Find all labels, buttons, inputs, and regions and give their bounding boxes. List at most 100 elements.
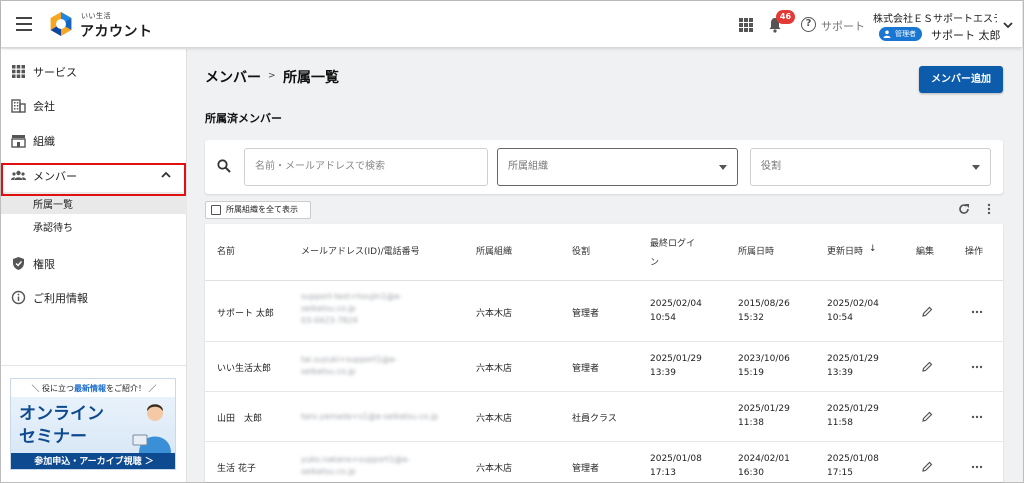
- dropdown-arrow-icon: [719, 165, 727, 170]
- row-divider: [205, 391, 1003, 392]
- members-table: 名前 メールアドレス(ID)/電話番号 所属組織 役割 最終ログイ ン 所属日時…: [205, 224, 1003, 482]
- banner-title-line2: セミナー: [19, 427, 87, 447]
- logo-title: アカウント: [80, 24, 153, 40]
- sidebar-item-usage-info[interactable]: ご利用情報: [1, 284, 187, 310]
- column-header-label: メールアドレス(ID)/電話番号: [301, 247, 420, 257]
- cell-name: いい生活太郎: [217, 364, 272, 374]
- cell-email-line2: seikatsu.co.jp: [301, 467, 356, 476]
- breadcrumb-parent[interactable]: メンバー: [205, 67, 261, 87]
- cell-email-line1: taro.yamada+s1@e-seikatsu.co.jp: [301, 412, 439, 421]
- chevron-down-icon[interactable]: [1003, 21, 1013, 29]
- search-input[interactable]: 名前・メールアドレスで検索: [244, 148, 488, 186]
- add-member-button[interactable]: メンバー追加: [919, 66, 1003, 93]
- edit-pencil-icon[interactable]: [922, 411, 933, 422]
- cell-email-line2: seikatsu.co.jp: [301, 304, 356, 313]
- support-link[interactable]: サポート: [821, 18, 865, 34]
- banner-title-line1: オンライン: [19, 404, 104, 424]
- sort-arrow-icon[interactable]: ↓: [869, 244, 877, 254]
- show-all-orgs-label: 所属組織を全て表示: [226, 205, 298, 214]
- sidebar-item-services[interactable]: サービス: [1, 58, 187, 84]
- refresh-icon[interactable]: [958, 203, 970, 215]
- cell-joined-date: 2025/01/29: [738, 404, 790, 414]
- organization-select-placeholder: 所属組織: [508, 161, 548, 172]
- sidebar-item-permissions[interactable]: 権限: [1, 250, 187, 276]
- cell-last-login-time: 13:39: [650, 368, 676, 378]
- cell-email-line2: seikatsu.co.jp: [301, 367, 356, 376]
- app-switcher-icon[interactable]: [739, 18, 753, 32]
- column-header-label: 最終ログイ: [650, 239, 696, 249]
- column-header-label: 操作: [965, 247, 984, 257]
- cell-name: 生活 花子: [217, 464, 256, 474]
- cell-email-line1: support-test+houjin1@e-: [301, 292, 403, 301]
- highlight-annotation: [1, 163, 186, 196]
- organization-select[interactable]: 所属組織: [497, 148, 738, 186]
- sidebar-subitem-pending-approval[interactable]: 承認待ち: [1, 215, 187, 237]
- app-header: いい生活 アカウント 46 ? サポート 株式会社ＥＳサポートエステート 管理者…: [1, 1, 1022, 48]
- role-badge: 管理者: [879, 27, 922, 41]
- cell-role: 管理者: [572, 364, 600, 374]
- sidebar-item-organization[interactable]: 組織: [1, 127, 187, 153]
- sidebar-item-label: 権限: [33, 258, 55, 271]
- user-name[interactable]: サポート 太郎: [931, 27, 1001, 43]
- more-horizontal-icon[interactable]: [971, 415, 983, 419]
- column-header-label: 編集: [916, 247, 935, 257]
- notification-badge: 46: [776, 10, 795, 24]
- filter-card: 名前・メールアドレスで検索 所属組織 役割: [205, 140, 1003, 194]
- cell-name: サポート 太郎: [217, 309, 274, 319]
- shield-icon: [13, 257, 24, 270]
- banner-cta[interactable]: 参加申込・アーカイブ視聴 ＞: [11, 453, 175, 469]
- cell-updated-date: 2025/01/29: [827, 354, 879, 364]
- more-vertical-icon[interactable]: [987, 203, 991, 215]
- more-horizontal-icon[interactable]: [971, 365, 983, 369]
- cell-last-login-date: 2025/02/04: [650, 299, 702, 309]
- cell-joined-date: 2023/10/06: [738, 354, 790, 364]
- cell-joined-time: 11:38: [738, 418, 764, 428]
- role-select[interactable]: 役割: [750, 148, 991, 186]
- cell-updated-time: 10:54: [827, 313, 853, 323]
- cell-joined-time: 16:30: [738, 468, 764, 478]
- cell-updated-time: 17:15: [827, 468, 853, 478]
- cell-updated-date: 2025/02/04: [827, 299, 879, 309]
- seminar-banner[interactable]: ＼ 役に立つ最新情報をご紹介！ ／ オンライン セミナー 参加申込・アーカイブ視…: [10, 378, 176, 470]
- edit-pencil-icon[interactable]: [922, 361, 933, 372]
- edit-pencil-icon[interactable]: [922, 306, 933, 317]
- column-header-label: 更新日時: [827, 247, 864, 257]
- cell-email-line1: tai.suzuki+support1@e-: [301, 355, 398, 364]
- cell-org: 六本木店: [476, 414, 513, 424]
- column-header-label: 名前: [217, 247, 236, 257]
- sidebar-item-company[interactable]: 会社: [1, 92, 187, 118]
- cell-role: 管理者: [572, 464, 600, 474]
- cell-joined-time: 15:32: [738, 313, 764, 323]
- cell-updated-date: 2025/01/08: [827, 454, 879, 464]
- logo-subtitle: いい生活: [81, 12, 111, 20]
- section-title: 所属済メンバー: [205, 112, 282, 125]
- help-icon[interactable]: ?: [801, 17, 816, 32]
- breadcrumb-separator: >: [268, 71, 276, 81]
- sidebar-divider: [1, 365, 187, 366]
- menu-icon[interactable]: [16, 17, 32, 31]
- sidebar-item-label: ご利用情報: [33, 292, 88, 305]
- cell-org: 六本木店: [476, 464, 513, 474]
- cell-phone: 03-0423-7824: [301, 316, 358, 325]
- main-content: メンバー > 所属一覧 メンバー追加 所属済メンバー 名前・メールアドレスで検索…: [188, 49, 1022, 482]
- company-name: 株式会社ＥＳサポートエステート: [873, 14, 997, 25]
- banner-tagline-pre: ＼ 役に立つ: [31, 384, 74, 393]
- building-icon: [11, 99, 26, 113]
- cell-updated-time: 11:58: [827, 418, 853, 428]
- organization-icon: [11, 135, 26, 148]
- banner-tagline-emphasis: 最新情報: [74, 384, 106, 393]
- presenter-illustration: [132, 404, 171, 453]
- edit-pencil-icon[interactable]: [922, 461, 933, 472]
- page-title: 所属一覧: [283, 70, 339, 86]
- column-header-label: 所属日時: [738, 247, 775, 257]
- info-icon: [11, 290, 26, 305]
- cell-last-login-date: 2025/01/29: [650, 354, 702, 364]
- cell-org: 六本木店: [476, 309, 513, 319]
- more-horizontal-icon[interactable]: [971, 310, 983, 314]
- checkbox[interactable]: [211, 205, 221, 215]
- cell-joined-date: 2024/02/01: [738, 454, 790, 464]
- more-horizontal-icon[interactable]: [971, 465, 983, 469]
- banner-tagline-post: をご紹介！ ／: [106, 384, 157, 393]
- show-all-orgs-toggle[interactable]: 所属組織を全て表示: [205, 201, 311, 219]
- cell-email-line1: yuko.nakano+support1@e-: [301, 455, 411, 464]
